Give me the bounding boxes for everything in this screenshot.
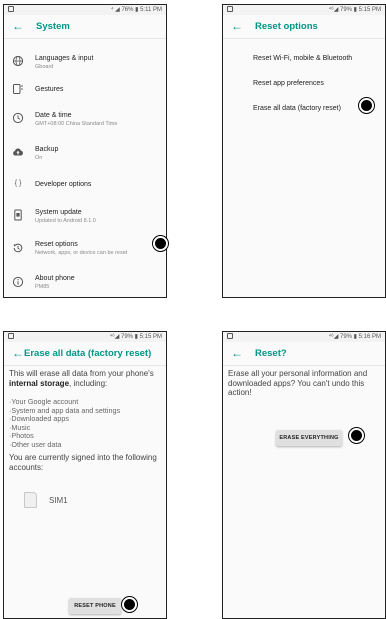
item-sublabel: GMT+08:00 China Standard Time [35,121,118,127]
gestures-icon [12,83,24,95]
description-text-end: , including: [69,378,108,388]
status-bar: ⁴⁶◢ 79% ▮ 5:15 PM [4,332,166,342]
description-bold: internal storage [9,378,70,388]
status-bar: ⁴ ◢ 76% ▮ 5:11 PM [4,5,166,15]
item-label: Date & time [35,112,72,119]
app-bar: ← Reset options [223,15,385,39]
phone-update-icon [12,209,24,221]
erase-all-data-screen: ⁴⁶◢ 79% ▮ 5:15 PM ← Erase all data (fact… [3,331,167,619]
item-label: Backup [35,146,59,153]
item-sublabel: Updated to Android 8.1.0 [35,218,96,224]
reset-phone-button[interactable]: RESET PHONE [69,598,121,614]
arrow-left-icon[interactable]: ← [12,19,24,33]
notification-icon [8,333,14,339]
page-title: Erase all data (factory reset) [24,348,152,359]
history-icon [12,242,24,254]
tap-indicator-icon [349,428,364,443]
reset-wifi-option[interactable]: Reset Wi-Fi, mobile & Bluetooth [253,55,352,62]
cloud-upload-icon [12,146,24,158]
settings-item-languages[interactable]: Languages & input Gboard [4,46,166,76]
item-label: System update [35,209,82,216]
status-indicators: ⁴⁶◢ 79% ▮ 5:15 PM [109,334,162,340]
settings-item-developer-options[interactable]: { } Developer options [4,171,166,197]
arrow-left-icon[interactable]: ← [12,346,24,360]
erase-everything-button[interactable]: ERASE EVERYTHING [276,430,342,446]
reset-confirm-screen: ⁴⁶◢ 79% ▮ 5:16 PM ← Reset? Erase all you… [222,331,386,619]
arrow-left-icon[interactable]: ← [231,19,243,33]
sim-card-icon [24,492,37,508]
erase-all-data-option[interactable]: Erase all data (factory reset) [253,105,341,112]
settings-item-reset-options[interactable]: Reset options Network, apps, or device c… [4,233,166,263]
settings-item-gestures[interactable]: Gestures [4,76,166,102]
arrow-left-icon[interactable]: ← [231,346,243,360]
item-label: About phone [35,275,75,282]
system-settings-screen: ⁴ ◢ 76% ▮ 5:11 PM ← System Languages & i… [3,4,167,298]
list-item: ·Other user data [9,439,62,449]
braces-icon: { } [14,180,22,187]
app-bar: ← Erase all data (factory reset) [4,342,166,366]
status-indicators: ⁴⁶◢ 79% ▮ 5:16 PM [328,334,381,340]
status-indicators: ⁴ ◢ 76% ▮ 5:11 PM [110,7,162,13]
page-title: Reset? [255,348,287,359]
tap-indicator-icon [153,236,168,251]
accounts-text: You are currently signed into the follow… [9,453,157,472]
page-title: Reset options [255,21,318,32]
item-label: Gestures [35,86,64,93]
item-sublabel: Gboard [35,64,54,70]
item-label: Reset options [35,241,78,248]
settings-item-date-time[interactable]: Date & time GMT+08:00 China Standard Tim… [4,103,166,133]
page-title: System [36,21,70,32]
item-label: Developer options [35,181,92,188]
clock-icon [12,112,24,124]
settings-item-system-update[interactable]: System update Updated to Android 8.1.0 [4,200,166,230]
account-name: SIM1 [49,496,68,505]
info-icon [12,276,24,288]
settings-item-about-phone[interactable]: About phone PM85 [4,267,166,297]
tap-indicator-icon [359,98,374,113]
tap-indicator-icon [122,597,137,612]
settings-item-backup[interactable]: Backup On [4,137,166,167]
app-bar: ← Reset? [223,342,385,366]
erase-description: This will erase all data from your phone… [9,369,162,388]
status-bar: ⁴⁶◢ 79% ▮ 5:15 PM [223,5,385,15]
notification-icon [8,6,14,12]
description-text: This will erase all data from your phone… [9,369,154,378]
status-indicators: ⁴⁶◢ 79% ▮ 5:15 PM [328,7,381,13]
item-label: Languages & input [35,55,94,62]
item-sublabel: PM85 [35,284,50,290]
item-sublabel: Network, apps, or device can be reset [35,250,128,256]
app-bar: ← System [4,15,166,39]
reset-options-screen: ⁴⁶◢ 79% ▮ 5:15 PM ← Reset options Reset … [222,4,386,298]
confirm-message: Erase all your personal information and … [228,369,368,397]
notification-icon [227,6,233,12]
globe-icon [12,55,24,67]
reset-app-preferences-option[interactable]: Reset app preferences [253,80,324,87]
erase-items-list: ·Your Google account ·System and app dat… [9,397,120,450]
item-sublabel: On [35,155,43,161]
status-bar: ⁴⁶◢ 79% ▮ 5:16 PM [223,332,385,342]
notification-icon [227,333,233,339]
